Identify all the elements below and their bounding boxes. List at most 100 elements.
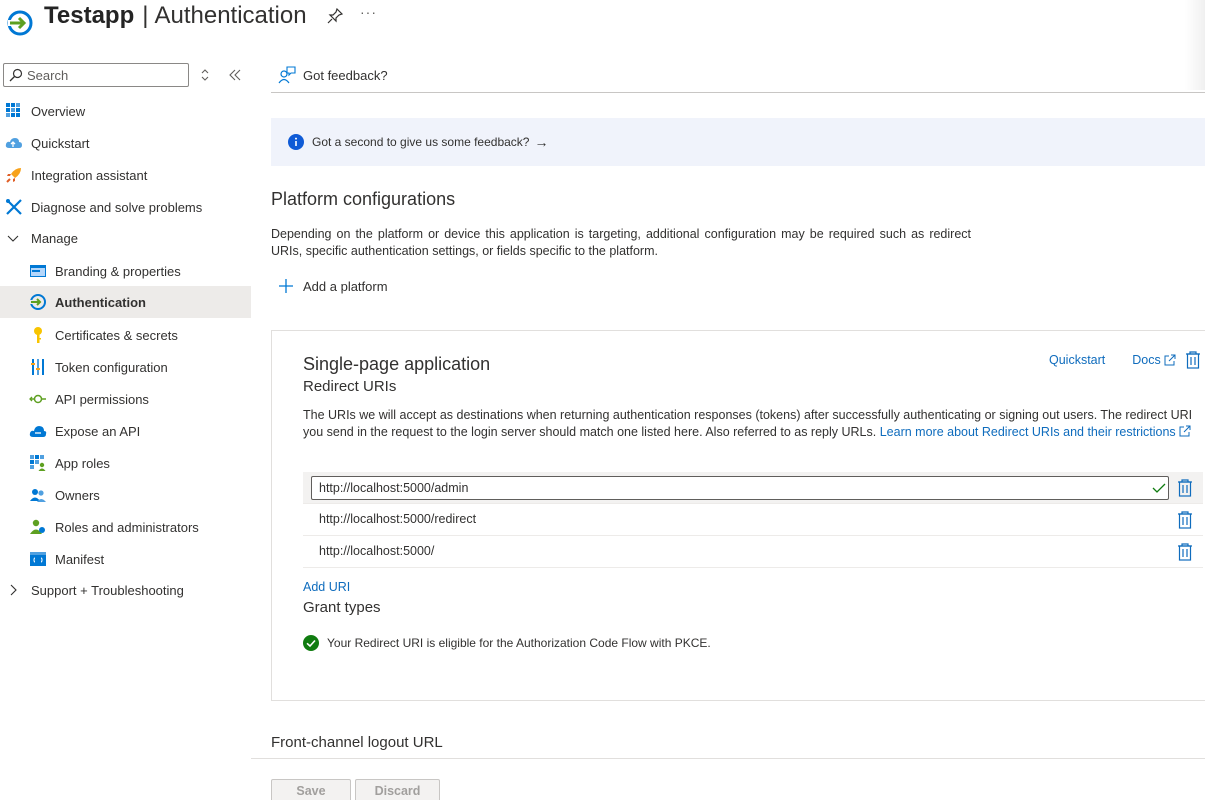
external-link-icon xyxy=(1179,425,1191,437)
sidebar-item-owners[interactable]: Owners xyxy=(0,479,251,511)
discard-button[interactable]: Discard xyxy=(355,779,440,800)
learn-more-label: Learn more about Redirect URIs and their… xyxy=(879,425,1176,439)
search-icon xyxy=(9,68,23,82)
sidebar: Overview Quickstart Integration assistan… xyxy=(0,56,251,800)
page-header: Testapp | Authentication ··· xyxy=(0,0,1205,40)
sidebar-group-support[interactable]: Support + Troubleshooting xyxy=(0,574,251,606)
docs-link[interactable]: Docs xyxy=(1132,353,1176,367)
sidebar-item-label: Authentication xyxy=(55,294,146,310)
redirect-uri-row: http://localhost:5000/redirect xyxy=(303,504,1203,536)
spa-title: Single-page application xyxy=(303,354,491,374)
api-permissions-icon xyxy=(29,394,46,404)
sidebar-item-label: API permissions xyxy=(55,391,149,407)
success-check-icon xyxy=(303,635,319,651)
add-uri-link[interactable]: Add URI xyxy=(303,580,350,594)
grant-message-text: Your Redirect URI is eligible for the Au… xyxy=(327,636,711,650)
key-icon xyxy=(34,327,42,343)
sidebar-item-label: Token configuration xyxy=(55,359,168,375)
title-separator: | xyxy=(142,2,149,29)
grant-types-title: Grant types xyxy=(303,599,381,616)
sidebar-item-label: Manifest xyxy=(55,551,105,567)
roles-admins-icon xyxy=(30,519,45,534)
feedback-person-icon xyxy=(278,66,296,84)
overview-grid-icon xyxy=(6,103,20,117)
platform-configurations-description: Depending on the platform or device this… xyxy=(271,227,971,258)
save-button[interactable]: Save xyxy=(271,779,351,800)
branding-card-icon xyxy=(30,265,46,277)
delete-uri-icon[interactable] xyxy=(1177,511,1193,529)
sidebar-item-label: Roles and administrators xyxy=(55,519,199,535)
sidebar-item-label: Support + Troubleshooting xyxy=(31,582,184,598)
app-roles-grid-icon xyxy=(30,455,46,471)
sidebar-item-label: Manage xyxy=(31,230,78,246)
arrow-right-icon: → xyxy=(534,134,549,150)
quickstart-link[interactable]: Quickstart xyxy=(1049,353,1105,367)
sidebar-item-authentication[interactable]: Authentication xyxy=(0,286,251,318)
external-link-icon xyxy=(1164,354,1176,366)
cloud-api-icon xyxy=(29,426,47,437)
more-options-icon[interactable]: ··· xyxy=(360,4,377,20)
app-name: Testapp xyxy=(44,2,135,29)
delete-uri-icon[interactable] xyxy=(1177,543,1193,561)
authentication-icon xyxy=(7,10,33,36)
sidebar-search[interactable] xyxy=(3,63,189,87)
redirect-uri-value[interactable]: http://localhost:5000/ xyxy=(319,544,434,558)
sidebar-item-diagnose[interactable]: Diagnose and solve problems xyxy=(0,191,251,223)
info-icon xyxy=(288,134,304,150)
search-input[interactable] xyxy=(27,65,185,85)
sidebar-item-certificates[interactable]: Certificates & secrets xyxy=(0,319,251,351)
sidebar-item-overview[interactable]: Overview xyxy=(0,95,251,127)
sidebar-item-integration-assistant[interactable]: Integration assistant xyxy=(0,159,251,191)
redirect-uri-row: http://localhost:5000/ xyxy=(303,536,1203,568)
redirect-uri-input[interactable] xyxy=(319,479,1139,497)
redirect-uri-row xyxy=(303,472,1203,504)
main-content: Got feedback? Got a second to give us so… xyxy=(251,56,1205,800)
page-name: Authentication xyxy=(154,2,307,29)
owners-icon xyxy=(30,489,46,502)
page-title: Testapp | Authentication xyxy=(44,2,307,30)
chevron-right-icon xyxy=(10,584,17,596)
sidebar-group-manage[interactable]: Manage xyxy=(0,222,251,254)
spa-platform-card: Single-page application Redirect URIs Qu… xyxy=(271,330,1205,701)
sidebar-item-label: Overview xyxy=(31,103,86,119)
delete-platform-icon[interactable] xyxy=(1185,351,1201,369)
token-bars-icon xyxy=(31,359,44,375)
sidebar-item-label: Certificates & secrets xyxy=(55,327,178,343)
redirect-uris-title: Redirect URIs xyxy=(303,378,397,395)
learn-more-link[interactable]: Learn more about Redirect URIs and their… xyxy=(880,425,1191,439)
sidebar-item-app-roles[interactable]: App roles xyxy=(0,447,251,479)
card-links: Quickstart Docs xyxy=(1049,353,1176,367)
tools-icon xyxy=(6,199,22,215)
footer-divider xyxy=(251,758,1205,759)
redirect-uris-description: The URIs we will accept as destinations … xyxy=(303,407,1193,441)
got-feedback-button[interactable]: Got feedback? xyxy=(278,66,388,84)
add-platform-button[interactable]: Add a platform xyxy=(278,278,388,294)
sidebar-item-token-configuration[interactable]: Token configuration xyxy=(0,351,251,383)
docs-link-label: Docs xyxy=(1132,353,1161,367)
sidebar-item-label: Integration assistant xyxy=(31,167,148,183)
redirect-uri-field[interactable] xyxy=(311,476,1169,500)
manifest-icon xyxy=(30,552,46,566)
sidebar-item-api-permissions[interactable]: API permissions xyxy=(0,383,251,415)
cloud-quickstart-icon xyxy=(5,138,23,148)
sidebar-item-label: Owners xyxy=(55,487,100,503)
sidebar-item-branding[interactable]: Branding & properties xyxy=(0,255,251,287)
sidebar-item-manifest[interactable]: Manifest xyxy=(0,543,251,575)
sidebar-item-roles-administrators[interactable]: Roles and administrators xyxy=(0,511,251,543)
banner-text: Got a second to give us some feedback? xyxy=(312,135,530,149)
sort-updown-icon[interactable] xyxy=(199,68,211,82)
feedback-banner[interactable]: Got a second to give us some feedback? → xyxy=(271,118,1205,166)
sidebar-item-expose-api[interactable]: Expose an API xyxy=(0,415,251,447)
pin-icon[interactable] xyxy=(327,8,343,24)
redirect-uri-value[interactable]: http://localhost:5000/redirect xyxy=(319,512,476,526)
delete-uri-icon[interactable] xyxy=(1177,479,1193,497)
plus-icon xyxy=(279,279,293,293)
sidebar-item-quickstart[interactable]: Quickstart xyxy=(0,127,251,159)
got-feedback-label: Got feedback? xyxy=(303,67,388,83)
command-bar: Got feedback? xyxy=(271,56,1205,93)
sidebar-item-label: Branding & properties xyxy=(55,263,181,279)
authentication-icon xyxy=(30,294,46,310)
collapse-sidebar-icon[interactable] xyxy=(228,68,242,82)
sidebar-item-label: Diagnose and solve problems xyxy=(31,199,203,215)
sidebar-item-label: App roles xyxy=(55,455,110,471)
